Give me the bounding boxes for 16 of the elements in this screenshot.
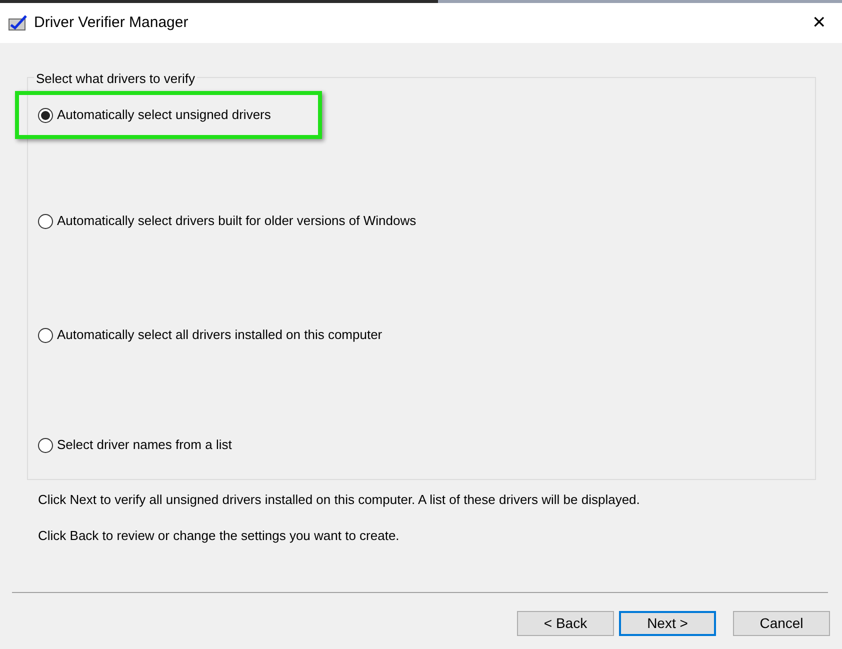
- dialog-button[interactable]: Next >: [619, 611, 716, 636]
- dialog-button[interactable]: < Back: [517, 611, 614, 636]
- window-title: Driver Verifier Manager: [34, 12, 188, 33]
- close-button[interactable]: ✕: [806, 10, 832, 36]
- option-label[interactable]: Automatically select drivers built for older versions of Windows: [57, 211, 416, 231]
- radio-button[interactable]: [38, 108, 53, 122]
- option-label[interactable]: Automatically select all drivers installed on this computer: [57, 325, 382, 345]
- option-label[interactable]: Select driver names from a list: [57, 435, 232, 455]
- instruction-text: Click Back to review or change the settings you want to create.: [38, 526, 400, 545]
- instruction-text: Click Next to verify all unsigned drivers installed on this computer. A list of these drivers will be displayed.: [38, 491, 641, 509]
- dialog-button[interactable]: Cancel: [733, 611, 830, 636]
- app-icon: [8, 14, 28, 32]
- radio-button[interactable]: [38, 214, 53, 228]
- radio-button[interactable]: [38, 438, 53, 452]
- option-label[interactable]: Automatically select unsigned drivers: [57, 105, 271, 125]
- radio-button[interactable]: [38, 328, 53, 342]
